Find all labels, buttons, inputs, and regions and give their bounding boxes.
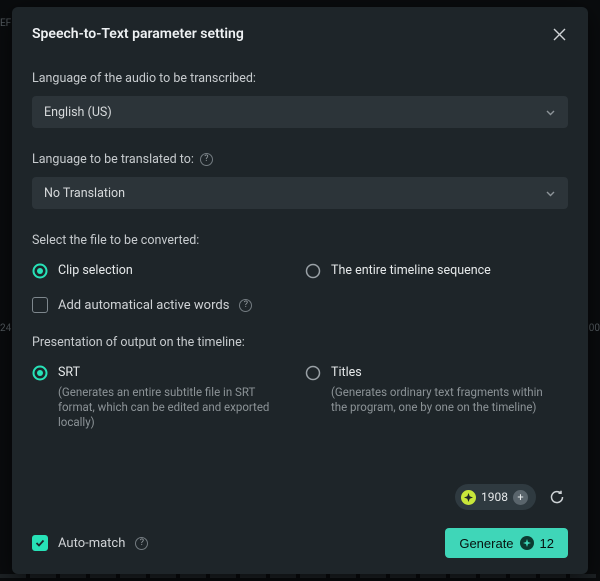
- generate-button[interactable]: Generate 12: [445, 528, 568, 558]
- coin-icon: [461, 490, 476, 505]
- checkbox-auto-match[interactable]: Auto-match ?: [32, 535, 148, 551]
- credits-value: 1908: [481, 490, 508, 504]
- coin-icon: [520, 536, 534, 550]
- refresh-icon: [549, 489, 565, 505]
- translation-label: Language to be translated to: ?: [32, 152, 568, 167]
- refresh-button[interactable]: [546, 486, 568, 508]
- background-thumbnails: [0, 574, 600, 578]
- bg-frag: 24: [0, 323, 11, 334]
- dialog-title: Speech-to-Text parameter setting: [32, 26, 244, 42]
- language-label: Language of the audio to be transcribed:: [32, 71, 568, 86]
- plus-icon: +: [513, 490, 528, 505]
- translation-select[interactable]: No Translation: [32, 177, 568, 209]
- checkbox-label: Auto-match: [58, 536, 125, 551]
- radio-entire-timeline[interactable]: The entire timeline sequence: [305, 262, 568, 279]
- language-value: English (US): [44, 105, 112, 120]
- presentation-label: Presentation of output on the timeline:: [32, 335, 568, 350]
- radio-unselected-icon: [305, 365, 321, 381]
- radio-selected-icon: [32, 263, 48, 279]
- radio-label: Clip selection: [58, 262, 133, 279]
- cost-value: 12: [540, 536, 554, 551]
- chevron-down-icon: [545, 188, 556, 199]
- radio-titles[interactable]: Titles (Generates ordinary text fragment…: [305, 364, 568, 415]
- button-label: Generate: [459, 536, 513, 551]
- file-select-label: Select the file to be converted:: [32, 233, 568, 248]
- radio-label: The entire timeline sequence: [331, 262, 491, 279]
- help-icon[interactable]: ?: [135, 537, 148, 550]
- language-select[interactable]: English (US): [32, 96, 568, 128]
- bg-frag: EF: [0, 18, 11, 29]
- checkbox-auto-active-words[interactable]: Add automatical active words ?: [32, 297, 568, 313]
- dialog-header: Speech-to-Text parameter setting: [32, 25, 568, 43]
- checkbox-label: Add automatical active words: [58, 298, 229, 313]
- radio-description: (Generates an entire subtitle file in SR…: [58, 385, 288, 430]
- translation-value: No Translation: [44, 186, 125, 201]
- checkbox-unchecked-icon: [32, 297, 48, 313]
- radio-clip-selection[interactable]: Clip selection: [32, 262, 295, 279]
- radio-label: Titles: [331, 364, 561, 381]
- bg-frag: 00: [589, 323, 600, 334]
- radio-unselected-icon: [305, 263, 321, 279]
- credits-pill[interactable]: 1908 +: [455, 484, 536, 510]
- stt-settings-dialog: Speech-to-Text parameter setting Languag…: [12, 7, 588, 574]
- radio-label: SRT: [58, 364, 288, 381]
- close-button[interactable]: [550, 25, 568, 43]
- checkbox-checked-icon: [32, 535, 48, 551]
- help-icon[interactable]: ?: [239, 299, 252, 312]
- radio-description: (Generates ordinary text fragments withi…: [331, 385, 561, 415]
- close-icon: [553, 28, 566, 41]
- chevron-down-icon: [545, 107, 556, 118]
- radio-srt[interactable]: SRT (Generates an entire subtitle file i…: [32, 364, 295, 430]
- help-icon[interactable]: ?: [200, 153, 213, 166]
- radio-selected-icon: [32, 365, 48, 381]
